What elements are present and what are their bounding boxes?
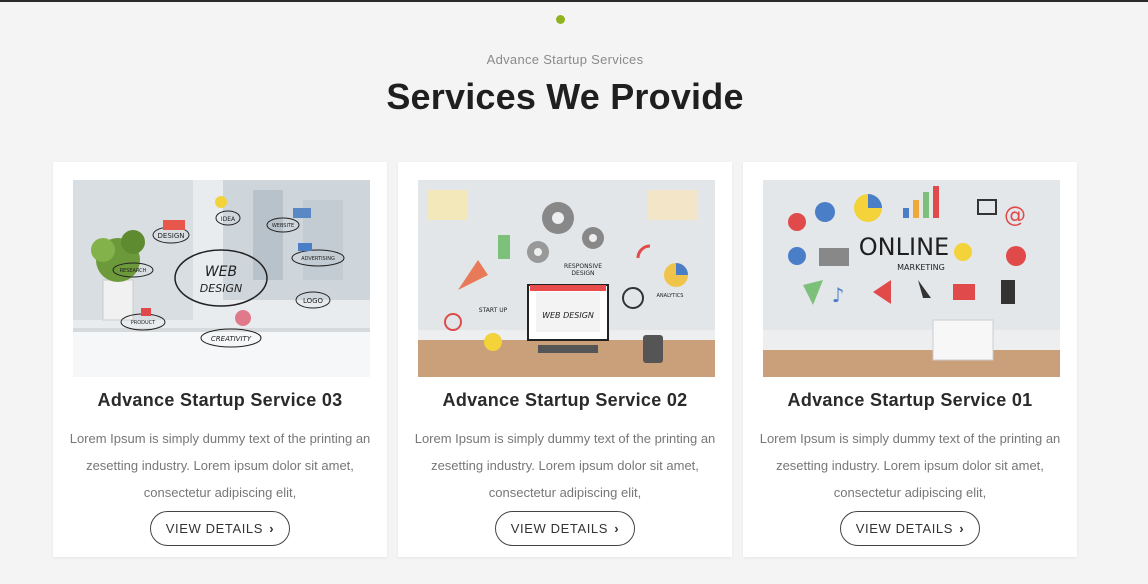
card-title: Advance Startup Service 01 — [787, 390, 1033, 410]
svg-text:WEB DESIGN: WEB DESIGN — [542, 311, 594, 320]
svg-text:RESEARCH: RESEARCH — [120, 268, 147, 274]
svg-text:ADVERTISING: ADVERTISING — [301, 256, 335, 262]
svg-text:DESIGN: DESIGN — [571, 270, 594, 277]
svg-text:ONLINE: ONLINE — [859, 233, 949, 261]
svg-text:CREATIVITY: CREATIVITY — [211, 335, 252, 343]
button-label: VIEW DETAILS — [510, 521, 609, 536]
service-card-02: WEB DESIGN RESPONSIVE DESIGN START UP AN… — [398, 162, 732, 557]
responsive-design-illustration: WEB DESIGN RESPONSIVE DESIGN START UP AN… — [418, 180, 715, 377]
service-card-03: WEB DESIGN DESIGN IDEA WEBSITE RESEARCH … — [53, 162, 387, 557]
svg-text:START UP: START UP — [479, 307, 508, 314]
card-title: Advance Startup Service 03 — [97, 390, 343, 410]
view-details-button[interactable]: VIEW DETAILS › — [150, 511, 290, 546]
svg-text:DESIGN: DESIGN — [158, 232, 185, 240]
button-label: VIEW DETAILS — [165, 521, 264, 536]
card-description: Lorem Ipsum is simply dummy text of the … — [414, 431, 716, 500]
card-description: Lorem Ipsum is simply dummy text of the … — [69, 431, 371, 500]
svg-text:@: @ — [1004, 203, 1026, 228]
svg-text:WEBSITE: WEBSITE — [272, 223, 294, 229]
web-design-illustration: WEB DESIGN DESIGN IDEA WEBSITE RESEARCH … — [73, 180, 370, 377]
svg-text:ANALYTICS: ANALYTICS — [657, 293, 684, 299]
chevron-right-icon: › — [269, 521, 275, 536]
view-details-button[interactable]: VIEW DETAILS › — [495, 511, 635, 546]
svg-text:DESIGN: DESIGN — [200, 282, 242, 295]
svg-text:RESPONSIVE: RESPONSIVE — [564, 263, 602, 270]
chevron-right-icon: › — [614, 521, 620, 536]
section-subtitle: Advance Startup Services — [486, 52, 644, 67]
chevron-right-icon: › — [959, 521, 965, 536]
online-marketing-illustration: ONLINE MARKETING @ ♪ — [763, 180, 1060, 377]
section-title: Services We Provide — [386, 76, 744, 117]
svg-text:♪: ♪ — [832, 283, 845, 307]
button-label: VIEW DETAILS — [855, 521, 954, 536]
card-title: Advance Startup Service 02 — [442, 390, 688, 410]
card-description: Lorem Ipsum is simply dummy text of the … — [759, 431, 1061, 500]
svg-text:PRODUCT: PRODUCT — [131, 320, 156, 326]
svg-text:LOGO: LOGO — [303, 297, 324, 305]
svg-text:MARKETING: MARKETING — [897, 263, 945, 272]
service-card-01: ONLINE MARKETING @ ♪ Advance Startup Ser… — [743, 162, 1077, 557]
top-border — [0, 0, 1148, 2]
illus-text: WEB — [205, 264, 237, 280]
svg-text:IDEA: IDEA — [221, 216, 236, 223]
view-details-button[interactable]: VIEW DETAILS › — [840, 511, 980, 546]
accent-dot — [556, 15, 565, 24]
